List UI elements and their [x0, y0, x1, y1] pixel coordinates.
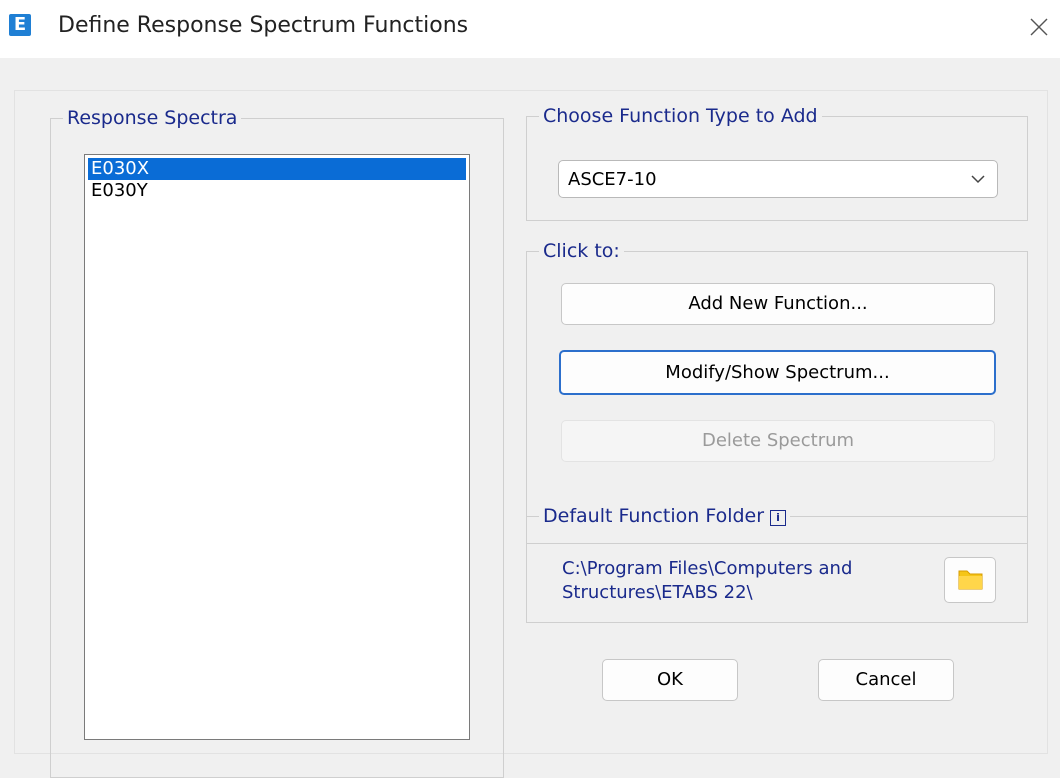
default-function-folder-text: Default Function Folder [543, 505, 765, 527]
choose-function-type-label: Choose Function Type to Add [539, 105, 822, 127]
window-title: Define Response Spectrum Functions [58, 13, 469, 38]
close-button[interactable] [1022, 10, 1056, 44]
function-type-dropdown[interactable]: ASCE7-10 [558, 160, 998, 198]
default-folder-path-line2: Structures\ETABS 22\ [562, 582, 753, 603]
click-to-label: Click to: [539, 240, 624, 262]
modify-show-spectrum-button[interactable]: Modify/Show Spectrum... [559, 350, 996, 395]
list-item-e030y[interactable]: E030Y [88, 180, 466, 202]
response-spectra-list[interactable]: E030X E030Y [84, 154, 470, 740]
default-folder-path-line1: C:\Program Files\Computers and [562, 558, 853, 579]
default-function-folder-label: Default Function Folder i [539, 505, 791, 527]
chevron-down-icon [971, 175, 985, 184]
delete-spectrum-button[interactable]: Delete Spectrum [561, 420, 995, 462]
browse-folder-button[interactable] [944, 557, 996, 603]
add-new-function-button[interactable]: Add New Function... [561, 283, 995, 325]
close-icon [1030, 18, 1048, 36]
function-type-value: ASCE7-10 [568, 169, 657, 190]
default-folder-path: C:\Program Files\Computers and Structure… [562, 557, 932, 605]
ok-button[interactable]: OK [602, 659, 738, 701]
cancel-button[interactable]: Cancel [818, 659, 954, 701]
title-bar: E Define Response Spectrum Functions [0, 0, 1060, 58]
folder-icon [958, 570, 983, 590]
list-item-e030x[interactable]: E030X [88, 158, 466, 180]
response-spectra-label: Response Spectra [63, 107, 242, 129]
info-icon[interactable]: i [770, 510, 787, 526]
etabs-app-icon: E [9, 14, 31, 36]
